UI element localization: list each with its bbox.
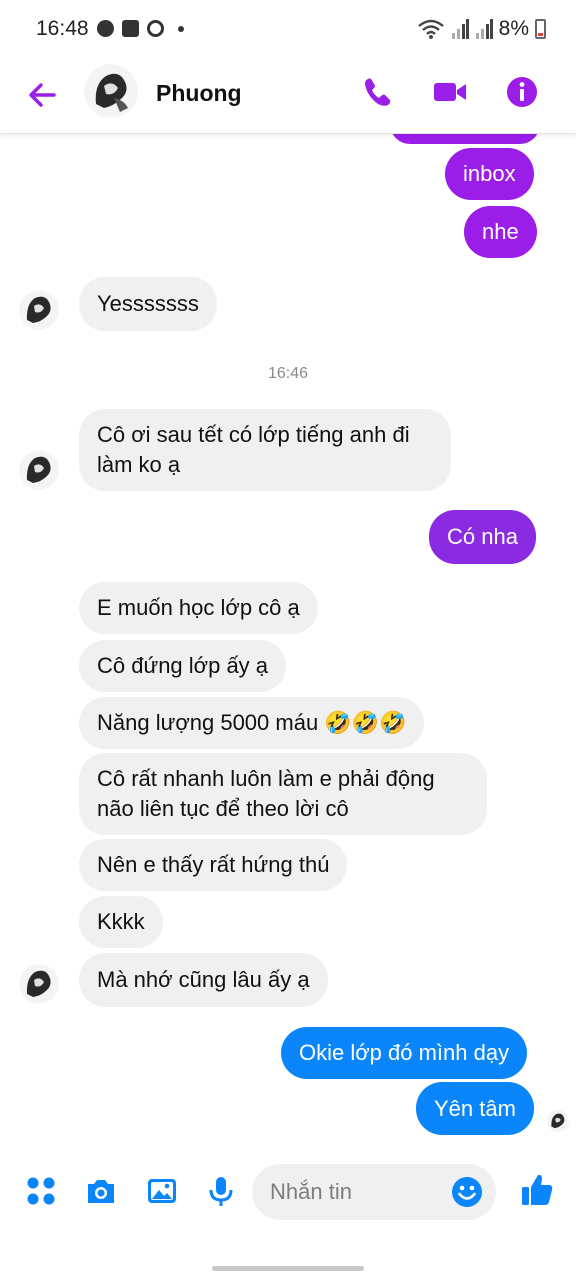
message-text-line: não liên tục để theo lời cô <box>97 796 349 821</box>
message-text: E muốn học lớp cô ạ <box>97 595 300 620</box>
message-text: nhe <box>482 219 519 244</box>
info-icon[interactable] <box>504 74 540 110</box>
contact-avatar[interactable] <box>84 64 138 118</box>
avatar-image <box>547 1110 569 1132</box>
more-notifications-icon <box>178 25 184 32</box>
message-bubble-partial[interactable] <box>390 134 540 144</box>
message-text-line: Cô ơi sau tết có lớp tiếng anh đi <box>97 422 410 447</box>
camera-icon[interactable] <box>84 1174 118 1208</box>
apps-grid-icon[interactable] <box>24 1174 58 1208</box>
status-bar: 16:48 8% <box>0 0 576 60</box>
message-text: Mà nhớ cũng lâu ấy ạ <box>97 967 310 992</box>
message-text: Yên tâm <box>434 1095 516 1121</box>
message-text: Yesssssss <box>97 291 199 316</box>
avatar-image <box>84 64 138 118</box>
message-bubble-out[interactable]: Yên tâm <box>416 1082 534 1135</box>
message-text-line: làm ko ạ <box>97 452 181 477</box>
signal-icon-2 <box>475 19 493 39</box>
back-arrow-icon[interactable] <box>24 77 60 113</box>
message-list: inbox nhe Yesssssss 16:46 Cô ơi sau tết … <box>0 134 576 1154</box>
message-timestamp: 16:46 <box>267 365 309 382</box>
status-time: 16:48 <box>36 17 89 40</box>
image-icon[interactable] <box>145 1174 179 1208</box>
message-text: Cô đứng lớp ấy ạ <box>97 653 269 678</box>
composer-bar <box>0 1154 576 1234</box>
wifi-icon <box>417 19 444 39</box>
phone-icon[interactable] <box>360 74 396 110</box>
emoji-icon[interactable] <box>451 1176 483 1208</box>
message-text: Okie lớp đó mình dạy <box>299 1040 510 1065</box>
message-bubble-out[interactable]: nhe <box>464 206 537 258</box>
message-bubble-in[interactable]: Mà nhớ cũng lâu ấy ạ <box>79 953 328 1007</box>
avatar-image <box>19 964 59 1004</box>
chat-header: Phuong <box>0 60 576 134</box>
message-text: inbox <box>463 161 516 186</box>
microphone-icon[interactable] <box>204 1174 238 1208</box>
thumbs-up-icon[interactable] <box>519 1172 555 1208</box>
message-bubble-out[interactable]: Có nha <box>429 510 536 564</box>
gesture-navigation-handle[interactable] <box>212 1266 364 1271</box>
message-bubble-in[interactable]: Cô ơi sau tết có lớp tiếng anh đi làm ko… <box>79 409 451 491</box>
message-bubble-in[interactable]: Nên e thấy rất hứng thú <box>79 839 348 891</box>
account-icon <box>97 20 114 37</box>
sync-icon <box>147 20 164 37</box>
battery-icon <box>535 19 546 39</box>
message-text: Có nha <box>447 524 518 549</box>
message-bubble-in[interactable]: E muốn học lớp cô ạ <box>79 582 318 634</box>
message-text: Kkkk <box>97 909 145 934</box>
notification-icons <box>97 20 184 37</box>
video-camera-icon[interactable] <box>432 74 468 110</box>
message-text: Năng lượng 5000 máu 🤣🤣🤣 <box>97 710 407 735</box>
message-bubble-in[interactable]: Năng lượng 5000 máu 🤣🤣🤣 <box>79 697 425 749</box>
message-bubble-in[interactable]: Cô đứng lớp ấy ạ <box>79 640 287 692</box>
avatar-image <box>19 290 59 330</box>
contact-name[interactable]: Phuong <box>156 80 242 107</box>
battery-percent: 8% <box>498 17 529 40</box>
message-bubble-in[interactable]: Cô rất nhanh luôn làm e phải động não li… <box>79 753 487 835</box>
avatar-image <box>19 450 59 490</box>
contact-avatar-small[interactable] <box>19 290 59 330</box>
app-notification-icon <box>122 20 139 37</box>
contact-avatar-small[interactable] <box>19 964 59 1004</box>
message-bubble-out[interactable]: Okie lớp đó mình dạy <box>281 1027 528 1079</box>
message-bubble-in[interactable]: Kkkk <box>79 896 163 948</box>
signal-icon-1 <box>451 19 469 39</box>
message-text-line: Cô rất nhanh luôn làm e phải động <box>97 766 435 791</box>
contact-avatar-small[interactable] <box>19 450 59 490</box>
status-right: 8% <box>417 17 546 41</box>
message-bubble-out[interactable]: inbox <box>445 148 534 200</box>
message-bubble-in[interactable]: Yesssssss <box>79 277 217 331</box>
message-text: Nên e thấy rất hứng thú <box>97 852 330 877</box>
seen-receipt-avatar <box>547 1110 569 1132</box>
